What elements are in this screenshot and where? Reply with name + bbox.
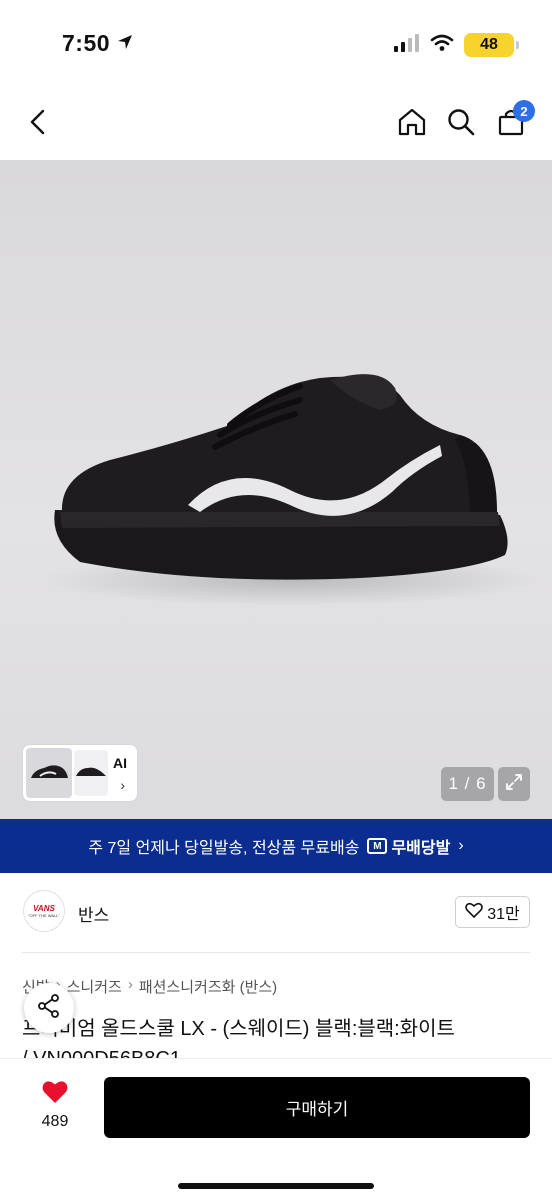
breadcrumb-separator: › — [127, 976, 133, 993]
home-icon — [397, 107, 427, 142]
buy-button[interactable]: 구매하기 — [104, 1077, 530, 1138]
brand-like-button[interactable]: 31만 — [455, 896, 530, 928]
share-icon — [36, 993, 62, 1024]
clock-text: 7:50 — [62, 30, 111, 56]
expand-icon — [505, 773, 523, 796]
battery-indicator: 48 — [464, 33, 519, 57]
location-arrow-icon — [116, 30, 134, 57]
brand-logo[interactable]: VANS "OFF THE WALL" — [23, 890, 65, 932]
ai-label: AI — [113, 755, 127, 771]
brand-logo-tagline: "OFF THE WALL" — [28, 912, 60, 918]
product-title: 프리미엄 올드스쿨 LX - (스웨이드) 블랙:블랙:화이트 / VN000D… — [22, 1014, 537, 1060]
promo-text: 주 7일 언제나 당일발송, 전상품 무료배송 — [88, 840, 360, 857]
bottom-action-bar: 489 구매하기 — [0, 1058, 552, 1200]
status-time: 7:50 — [62, 30, 134, 57]
search-button[interactable] — [441, 104, 481, 144]
back-button[interactable] — [18, 104, 58, 144]
delivery-logo-icon: M — [367, 838, 388, 854]
brand-logo-text: VANS — [33, 903, 55, 913]
product-image-gallery[interactable]: AI › 1 / 6 — [0, 160, 552, 819]
brand-name[interactable]: 반스 — [78, 901, 109, 926]
cart-count-badge: 2 — [513, 100, 535, 122]
heart-outline-icon — [465, 902, 484, 923]
product-image — [40, 374, 540, 606]
wishlist-count: 489 — [41, 1113, 69, 1130]
breadcrumb-item[interactable]: 패션스니커즈화 (반스) — [139, 976, 277, 997]
status-indicators: 48 — [394, 33, 519, 57]
home-indicator — [178, 1183, 374, 1189]
breadcrumb-item[interactable]: 스니커즈 — [67, 976, 122, 997]
brand-row: VANS "OFF THE WALL" 반스 31만 — [0, 884, 552, 944]
wishlist-button[interactable]: 489 — [30, 1079, 80, 1131]
status-bar: 7:50 48 — [0, 0, 552, 90]
product-title-line1: 프리미엄 올드스쿨 LX - (스웨이드) 블랙:블랙:화이트 — [22, 1018, 455, 1040]
chevron-right-icon: › — [458, 837, 464, 854]
search-icon — [447, 108, 475, 141]
free-delivery-badge: M 무배당발 — [367, 834, 450, 858]
heart-filled-icon — [41, 1079, 69, 1109]
image-counter: 1 / 6 — [441, 767, 494, 801]
share-button[interactable] — [24, 983, 74, 1033]
battery-level: 48 — [480, 36, 498, 53]
free-delivery-label: 무배당발 — [391, 840, 451, 857]
thumbnail-1[interactable] — [26, 748, 72, 798]
thumbnail-strip[interactable]: AI › — [22, 744, 138, 802]
app-header: 2 — [0, 90, 552, 160]
thumbnail-2[interactable] — [74, 750, 108, 796]
chevron-left-icon — [27, 109, 49, 140]
cart-button[interactable]: 2 — [491, 100, 535, 144]
expand-button[interactable] — [498, 767, 530, 801]
wifi-icon — [430, 34, 454, 57]
home-button[interactable] — [392, 104, 432, 144]
brand-like-count: 31만 — [487, 906, 520, 923]
divider — [22, 952, 530, 953]
delivery-promo-banner[interactable]: 주 7일 언제나 당일발송, 전상품 무료배송 M 무배당발 › — [0, 819, 552, 873]
ai-chevron-icon: › — [120, 777, 125, 793]
signal-icon — [394, 33, 420, 57]
